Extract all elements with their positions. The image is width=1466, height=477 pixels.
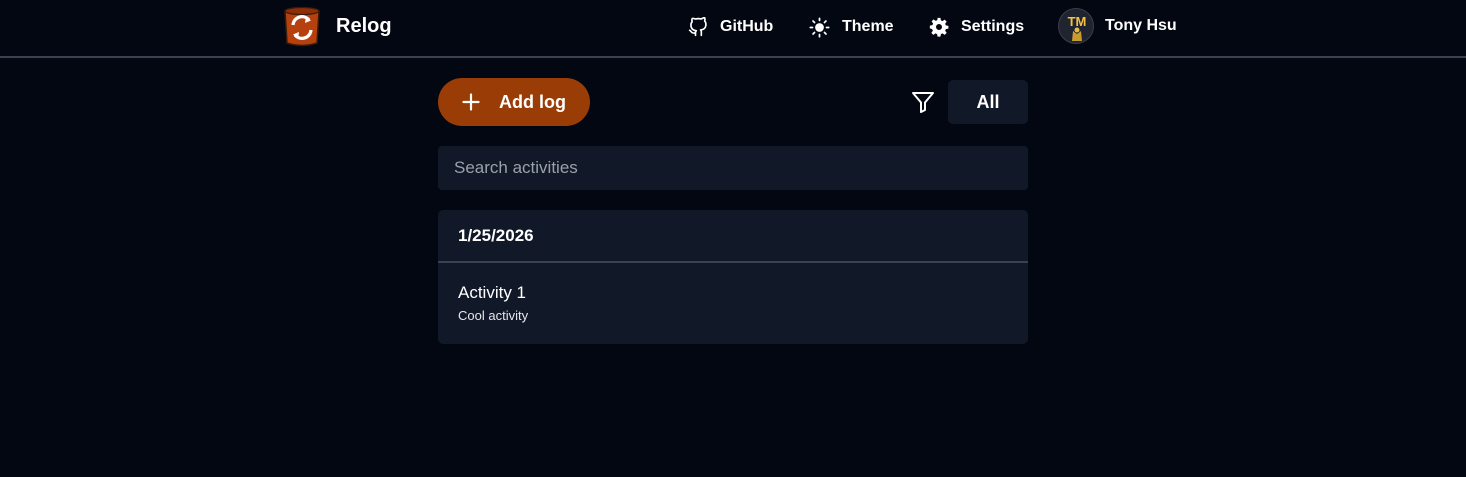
activity-title: Activity 1 [458, 283, 527, 302]
relog-logo-icon [284, 6, 320, 47]
avatar-initials: TM [1068, 14, 1087, 29]
user-name: Tony Hsu [1105, 17, 1177, 34]
search-input[interactable] [438, 146, 1028, 190]
brand-link[interactable]: Relog [282, 5, 392, 47]
top-navbar: Relog GitHub Theme Settings TM Tony Hsu [0, 0, 1466, 58]
gear-icon [929, 17, 949, 37]
add-log-button[interactable]: Add log [438, 78, 590, 126]
filter-select[interactable]: All [948, 80, 1028, 124]
avatar-logo: TM [1068, 14, 1087, 41]
theme-label: Theme [842, 18, 894, 35]
activity-description: Cool activity [458, 308, 529, 323]
add-log-label: Add log [499, 91, 566, 112]
brand-name: Relog [336, 14, 392, 37]
filter-icon[interactable] [911, 90, 935, 114]
github-icon [688, 17, 707, 37]
github-label: GitHub [720, 18, 774, 35]
sun-icon [809, 16, 830, 38]
settings-label: Settings [961, 18, 1025, 35]
github-link[interactable]: GitHub [688, 14, 773, 40]
plus-icon [462, 93, 480, 111]
theme-toggle[interactable]: Theme [809, 14, 894, 40]
log-group: 1/25/2026 Activity 1 Cool activity [438, 210, 1028, 344]
settings-link[interactable]: Settings [929, 14, 1024, 40]
avatar: TM [1058, 8, 1094, 44]
list-item[interactable]: Activity 1 Cool activity [438, 263, 1028, 342]
user-menu[interactable]: TM Tony Hsu [1058, 8, 1177, 44]
log-date-header: 1/25/2026 [438, 210, 1028, 263]
filter-value: All [976, 91, 1000, 112]
